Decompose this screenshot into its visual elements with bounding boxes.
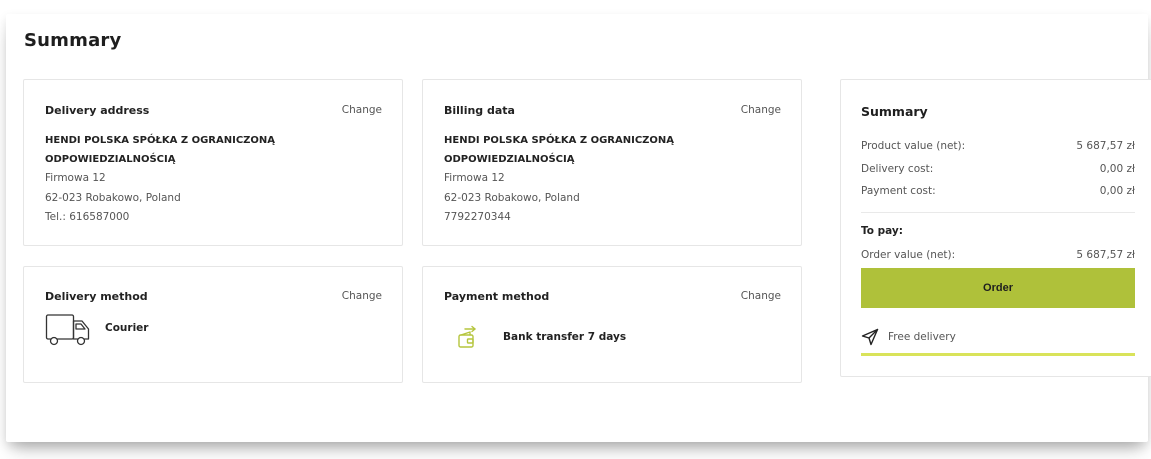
- delivery-cost-label: Delivery cost:: [861, 163, 934, 175]
- billing-data-lines: HENDI POLSKA SPÓŁKA Z OGRANICZONĄ ODPOWI…: [444, 131, 674, 227]
- delivery-method-card: Delivery method Change Courier: [23, 266, 403, 383]
- product-value-amount: 5 687,57 zł: [1076, 140, 1135, 152]
- order-summary-title: Summary: [861, 104, 928, 119]
- billing-data-title: Billing data: [444, 104, 515, 117]
- delivery-cost-row: Delivery cost: 0,00 zł: [861, 163, 1135, 175]
- truck-icon: [45, 312, 91, 348]
- payment-method-change-link[interactable]: Change: [741, 290, 781, 302]
- delivery-address-lines: HENDI POLSKA SPÓŁKA Z OGRANICZONĄ ODPOWI…: [45, 131, 275, 227]
- wallet-transfer-icon: [457, 325, 479, 349]
- product-value-row: Product value (net): 5 687,57 zł: [861, 140, 1135, 152]
- delivery-method-change-link[interactable]: Change: [342, 290, 382, 302]
- payment-cost-row: Payment cost: 0,00 zł: [861, 185, 1135, 197]
- product-value-label: Product value (net):: [861, 140, 966, 152]
- delivery-method-title: Delivery method: [45, 290, 148, 303]
- payment-method-option: Bank transfer 7 days: [457, 325, 626, 349]
- payment-method-title: Payment method: [444, 290, 550, 303]
- delivery-cost-amount: 0,00 zł: [1099, 163, 1135, 175]
- delivery-address-phone: Tel.: 616587000: [45, 210, 130, 223]
- billing-company-line1: HENDI POLSKA SPÓŁKA Z OGRANICZONĄ: [444, 135, 675, 146]
- order-value-label: Order value (net):: [861, 249, 956, 261]
- payment-method-card: Payment method Change Bank transfer 7 da…: [422, 266, 802, 383]
- free-delivery-progress-bar: [861, 353, 1135, 356]
- order-button[interactable]: Order: [861, 268, 1135, 308]
- free-delivery-progress-fill: [861, 353, 1135, 356]
- delivery-address-company-line2: ODPOWIEDZIALNOŚCIĄ: [45, 154, 176, 166]
- billing-street: Firmowa 12: [444, 172, 505, 185]
- delivery-address-city: 62-023 Robakowo, Poland: [45, 191, 181, 204]
- delivery-address-title: Delivery address: [45, 104, 150, 117]
- paper-plane-icon: [861, 328, 879, 346]
- summary-divider: [861, 212, 1135, 213]
- payment-method-label: Bank transfer 7 days: [503, 331, 627, 343]
- payment-cost-amount: 0,00 zł: [1099, 185, 1135, 197]
- delivery-address-card: Delivery address Change HENDI POLSKA SPÓ…: [23, 79, 403, 246]
- free-delivery-row: Free delivery: [861, 328, 956, 346]
- order-value-amount: 5 687,57 zł: [1076, 249, 1135, 261]
- billing-company-line2: ODPOWIEDZIALNOŚCIĄ: [444, 154, 575, 166]
- delivery-address-company-line1: HENDI POLSKA SPÓŁKA Z OGRANICZONĄ: [45, 135, 276, 146]
- billing-city: 62-023 Robakowo, Poland: [444, 191, 580, 204]
- billing-tax-id: 7792270344: [444, 210, 511, 223]
- billing-data-change-link[interactable]: Change: [741, 104, 781, 116]
- delivery-method-label: Courier: [105, 322, 149, 334]
- payment-cost-label: Payment cost:: [861, 185, 936, 197]
- delivery-address-street: Firmowa 12: [45, 172, 106, 185]
- free-delivery-label: Free delivery: [888, 331, 956, 343]
- page-title: Summary: [24, 30, 122, 51]
- delivery-method-option: Courier: [45, 312, 148, 348]
- order-summary-card: Summary Product value (net): 5 687,57 zł…: [840, 79, 1151, 377]
- to-pay-label: To pay:: [861, 225, 903, 237]
- delivery-address-change-link[interactable]: Change: [342, 104, 382, 116]
- billing-data-card: Billing data Change HENDI POLSKA SPÓŁKA …: [422, 79, 802, 246]
- order-value-row: Order value (net): 5 687,57 zł: [861, 249, 1135, 261]
